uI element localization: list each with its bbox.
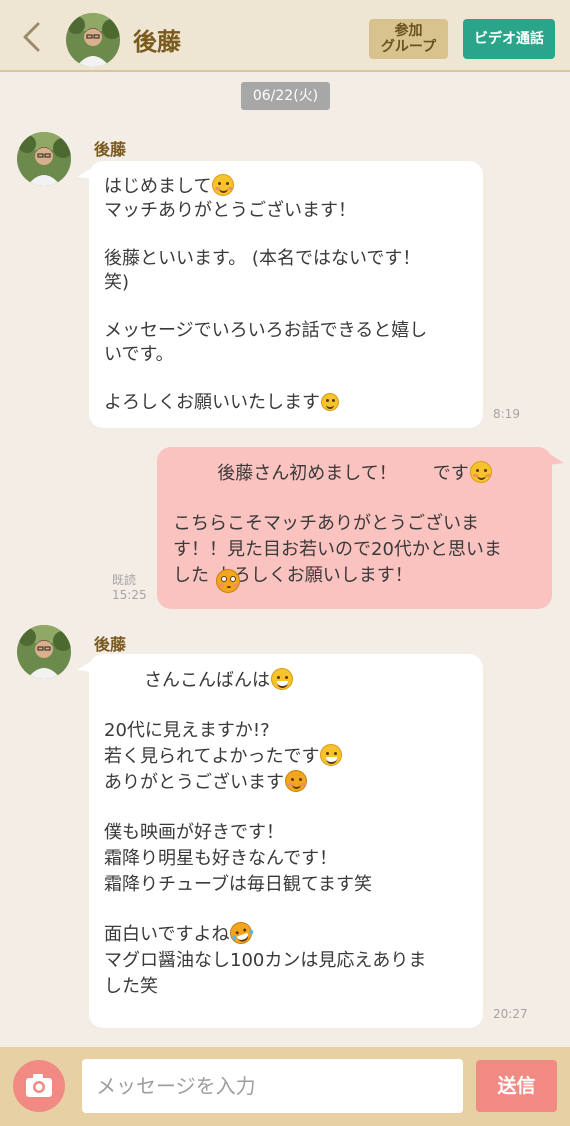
message-text-line: さんこんばんは xyxy=(144,670,270,691)
chat-title: 後藤 xyxy=(133,28,181,56)
message-text-line: 後藤といいます。 (本名ではないです！ xyxy=(104,248,421,269)
camera-icon xyxy=(26,1074,52,1097)
smiling-face-emoji-icon xyxy=(285,770,307,792)
back-chevron-icon[interactable] xyxy=(18,20,46,54)
incoming-message-bubble: はじめまして マッチありがとうございます！ 後藤といいます。 (本名ではないです… xyxy=(77,161,483,428)
message-input[interactable] xyxy=(82,1059,463,1113)
sender-name: 後藤 xyxy=(94,140,127,159)
message-text-line: 霜降り明星も好きなんです！ xyxy=(104,848,338,869)
message-time: 15:25 xyxy=(112,588,147,602)
grinning-squint-emoji-icon xyxy=(320,744,343,766)
message-text-line: メッセージでいろいろお話できると嬉し xyxy=(104,320,428,341)
camera-button[interactable] xyxy=(13,1060,65,1112)
join-group-button[interactable]: 参加 グループ xyxy=(369,19,448,59)
rolling-laughing-emoji-icon xyxy=(227,918,256,948)
bubble-tail xyxy=(77,660,93,672)
message-text-line: よろしくお願いいたします xyxy=(104,392,320,413)
message-text-line: した笑 xyxy=(104,976,158,997)
sender-avatar[interactable] xyxy=(17,132,71,186)
bubble-tail xyxy=(77,167,93,179)
message-text-line: こちらこそマッチありがとうございま xyxy=(173,513,479,534)
chat-header: 後藤 参加 グループ ビデオ通話 xyxy=(0,0,570,72)
message-text-line: はじめまして xyxy=(104,176,212,197)
message-text-line: 霜降りチューブは毎日観てます笑 xyxy=(104,874,373,895)
sender-name: 後藤 xyxy=(94,635,127,654)
message-text-line: マグロ醤油なし100カンは見応えありま xyxy=(104,950,427,971)
message-text-line: 面白いですよね xyxy=(104,924,230,945)
bubble-tail xyxy=(548,453,564,465)
message-text-line: 若く見られてよかったです xyxy=(104,746,320,767)
message-text-line: マッチありがとうございます！ xyxy=(104,200,356,221)
send-button[interactable]: 送信 xyxy=(476,1060,557,1112)
incoming-message-bubble: さんこんばんは 20代に見えますか!? 若く見られてよかったです ありがとうござ… xyxy=(77,654,483,1028)
date-separator: 06/22(火) xyxy=(241,82,330,110)
message-input-bar: 送信 xyxy=(0,1047,570,1126)
message-text-line: 笑) xyxy=(104,272,130,293)
read-receipt: 既読 xyxy=(112,573,137,587)
message-text-line: 後藤さん初めまして！ です xyxy=(217,463,469,484)
join-group-label-line1: 参加 xyxy=(394,23,423,39)
message-time: 8:19 xyxy=(493,407,520,421)
message-text-line: す！！見た目お若いので20代かと思いま xyxy=(173,539,502,560)
header-avatar[interactable] xyxy=(66,13,120,67)
message-text-line: ありがとうございます xyxy=(104,772,284,793)
grinning-squint-emoji-icon xyxy=(271,668,293,690)
flushed-face-emoji-icon xyxy=(216,569,240,593)
join-group-label-line2: グループ xyxy=(380,39,437,55)
video-call-button[interactable]: ビデオ通話 xyxy=(463,19,555,59)
sender-avatar[interactable] xyxy=(17,625,71,679)
relieved-face-emoji-icon xyxy=(212,174,235,196)
relieved-face-emoji-icon xyxy=(469,461,492,483)
message-text-line: いです。 xyxy=(104,344,174,365)
message-time: 20:27 xyxy=(493,1007,528,1021)
grinning-face-emoji-icon xyxy=(321,393,339,411)
message-text-line: 僕も映画が好きです！ xyxy=(104,822,284,843)
message-text-line: 20代に見えますか!? xyxy=(104,720,270,741)
